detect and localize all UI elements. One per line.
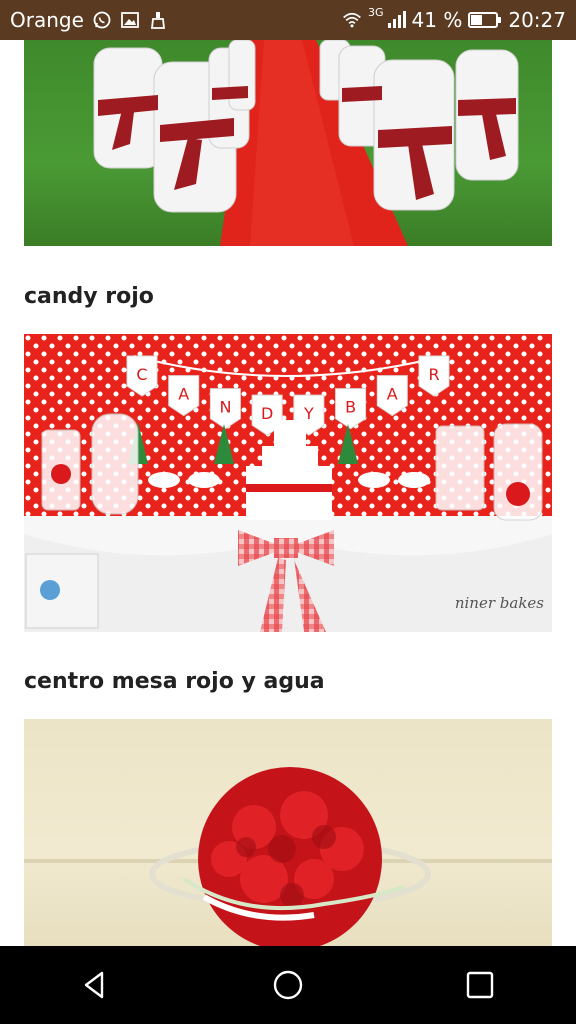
banner-letter: B [345, 398, 356, 417]
recents-button[interactable] [460, 965, 500, 1005]
recents-icon [466, 971, 494, 999]
back-button[interactable] [76, 965, 116, 1005]
candy-bar-photo[interactable]: CANDYBAR niner bakes [24, 334, 552, 632]
status-bar: Orange 3G 41 % 20:27 [0, 0, 576, 40]
cleaner-icon [148, 10, 168, 30]
caption-candy-rojo: candy rojo [24, 284, 154, 309]
centerpiece-photo[interactable] [24, 719, 552, 946]
home-icon [273, 970, 303, 1000]
banner-letter: C [136, 365, 147, 384]
banner-letter: A [387, 385, 398, 404]
battery-icon [468, 10, 502, 30]
banner-letter: D [261, 404, 273, 423]
image-icon [120, 10, 140, 30]
battery-percent: 41 % [411, 8, 463, 32]
home-button[interactable] [268, 965, 308, 1005]
back-icon [84, 971, 104, 999]
clock: 20:27 [508, 8, 566, 32]
navigation-bar [0, 946, 576, 1024]
wifi-icon [342, 10, 362, 30]
carrier-label: Orange [10, 8, 84, 32]
feed[interactable]: candy rojo CANDYBAR niner bakes centro m… [0, 40, 576, 946]
banner-letter: R [428, 365, 439, 384]
whatsapp-icon [92, 10, 112, 30]
signal-icon [386, 10, 406, 30]
caption-centro-mesa: centro mesa rojo y agua [24, 669, 325, 694]
watermark: niner bakes [454, 594, 544, 612]
network-type: 3G [368, 5, 384, 19]
banner-letter: A [178, 385, 189, 404]
ceremony-aisle-photo[interactable] [24, 40, 552, 246]
banner-letter: N [219, 398, 231, 417]
